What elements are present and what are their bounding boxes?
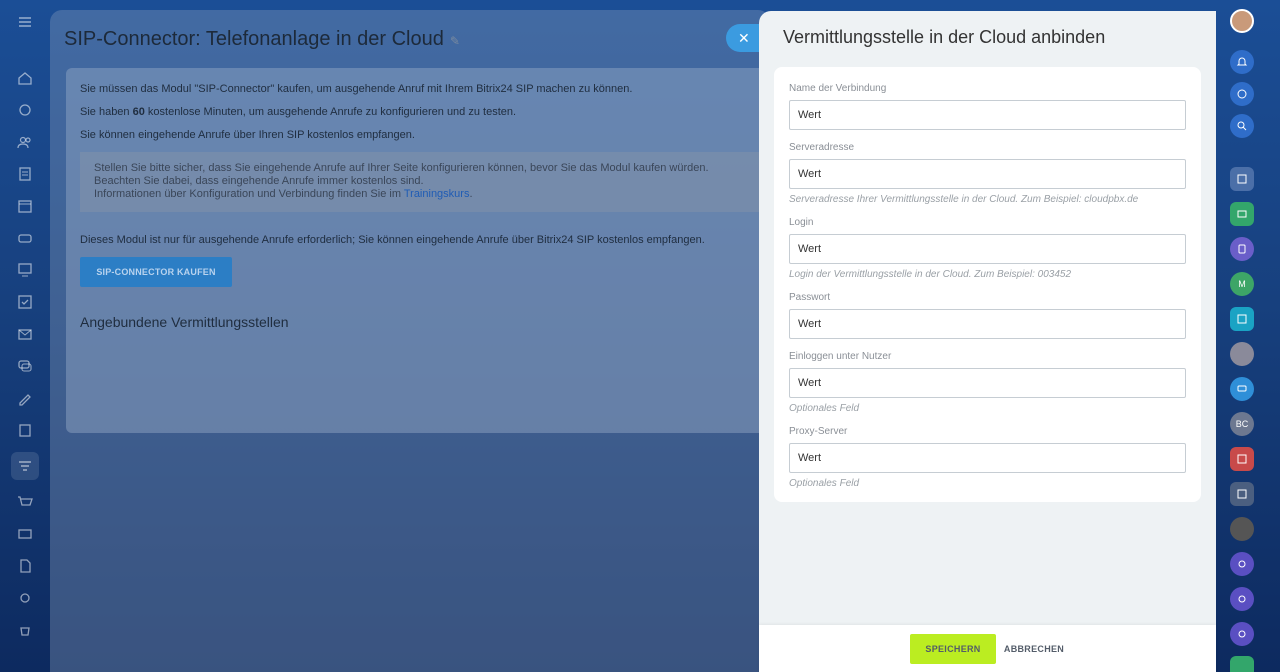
slider-footer: SPEICHERN ABBRECHEN [759, 625, 1216, 672]
login-hint: Login der Vermittlungsstelle in der Clou… [789, 269, 1072, 280]
avatar-m[interactable]: M [1230, 272, 1254, 296]
copilot-icon-2[interactable] [1230, 587, 1254, 611]
info-note: Stellen Sie bitte sicher, dass Sie einge… [80, 152, 770, 212]
home-icon[interactable] [15, 68, 35, 88]
chat-icon[interactable] [15, 356, 35, 376]
feed-icon[interactable] [15, 100, 35, 120]
sign-icon[interactable] [15, 388, 35, 408]
document-icon[interactable] [15, 164, 35, 184]
tasks-icon[interactable] [15, 292, 35, 312]
page-title: SIP-Connector: Telefonanlage in der Clou… [64, 28, 460, 50]
menu-icon[interactable] [15, 12, 35, 32]
info-line-3: Sie können eingehende Anrufe über Ihren … [80, 129, 415, 141]
close-icon: ✕ [738, 29, 750, 46]
login-as-user-input[interactable] [789, 368, 1186, 398]
user-avatar[interactable] [1230, 9, 1254, 33]
connection-name-input[interactable] [789, 100, 1186, 130]
connected-exchanges-heading: Angebundene Vermittlungsstellen [80, 314, 289, 330]
field-label-login-as-user: Einloggen unter Nutzer [789, 351, 892, 362]
task-green-icon[interactable] [1230, 656, 1254, 672]
avatar-bc[interactable]: BC [1230, 412, 1254, 436]
server-address-input[interactable] [789, 159, 1186, 189]
slider-panel: Vermittlungsstelle in der Cloud anbinden… [759, 11, 1216, 672]
app-icon[interactable] [1230, 237, 1254, 261]
board-icon[interactable] [15, 260, 35, 280]
info-line-2: Sie haben 60 kostenlose Minuten, um ausg… [80, 106, 517, 118]
right-sidebar: M BC [1216, 0, 1280, 672]
task-gray-icon[interactable] [1230, 482, 1254, 506]
calendar-app-icon[interactable] [1230, 307, 1254, 331]
slider-title: Vermittlungsstelle in der Cloud anbinden [783, 27, 1106, 47]
login-as-user-hint: Optionales Feld [789, 403, 860, 414]
task-red-icon[interactable] [1230, 447, 1254, 471]
field-label-password: Passwort [789, 292, 831, 303]
bell-icon[interactable] [1230, 50, 1254, 74]
cart-icon[interactable] [15, 492, 35, 512]
bucket-icon[interactable] [15, 620, 35, 640]
field-label-login: Login [789, 217, 814, 228]
open-chat-icon[interactable] [1230, 377, 1254, 401]
settings-icon[interactable] [15, 588, 35, 608]
field-label-proxy-server: Proxy-Server [789, 426, 848, 437]
contact-avatar[interactable] [1230, 342, 1254, 366]
copilot-icon-3[interactable] [1230, 622, 1254, 646]
background-card [66, 68, 766, 433]
field-label-connection-name: Name der Verbindung [789, 83, 887, 94]
proxy-server-input[interactable] [789, 443, 1186, 473]
pencil-icon[interactable]: ✎ [450, 34, 460, 48]
server-address-hint: Serveradresse Ihrer Vermittlungsstelle i… [789, 194, 1139, 205]
contact-icon[interactable] [1230, 202, 1254, 226]
calendar-icon[interactable] [15, 196, 35, 216]
mail-icon[interactable] [15, 324, 35, 344]
file-icon[interactable] [15, 556, 35, 576]
search-icon[interactable] [1230, 114, 1254, 138]
cancel-button[interactable]: ABBRECHEN [999, 634, 1069, 664]
drive-icon[interactable] [15, 228, 35, 248]
info-line-4: Dieses Modul ist nur für ausgehende Anru… [80, 234, 705, 246]
login-input[interactable] [789, 234, 1186, 264]
buy-sip-connector-button[interactable]: SIP-CONNECTOR KAUFEN [80, 257, 232, 287]
users-icon[interactable] [15, 132, 35, 152]
copilot-icon[interactable] [1230, 552, 1254, 576]
card-icon[interactable] [15, 524, 35, 544]
save-button[interactable]: SPEICHERN [910, 634, 996, 664]
form-card: Name der Verbindung Serveradresse Server… [774, 67, 1201, 502]
proxy-server-hint: Optionales Feld [789, 478, 860, 489]
info-line-1: Sie müssen das Modul "SIP-Connector" kau… [80, 83, 633, 95]
filter-icon[interactable] [11, 452, 39, 480]
left-sidebar [0, 0, 50, 672]
password-input[interactable] [789, 309, 1186, 339]
store-icon[interactable] [15, 420, 35, 440]
at-icon[interactable] [1230, 82, 1254, 106]
field-label-server-address: Serveradresse [789, 142, 855, 153]
training-course-link[interactable]: Trainingskurs [404, 188, 470, 200]
task-icon[interactable] [1230, 167, 1254, 191]
contact-avatar-2[interactable] [1230, 517, 1254, 541]
